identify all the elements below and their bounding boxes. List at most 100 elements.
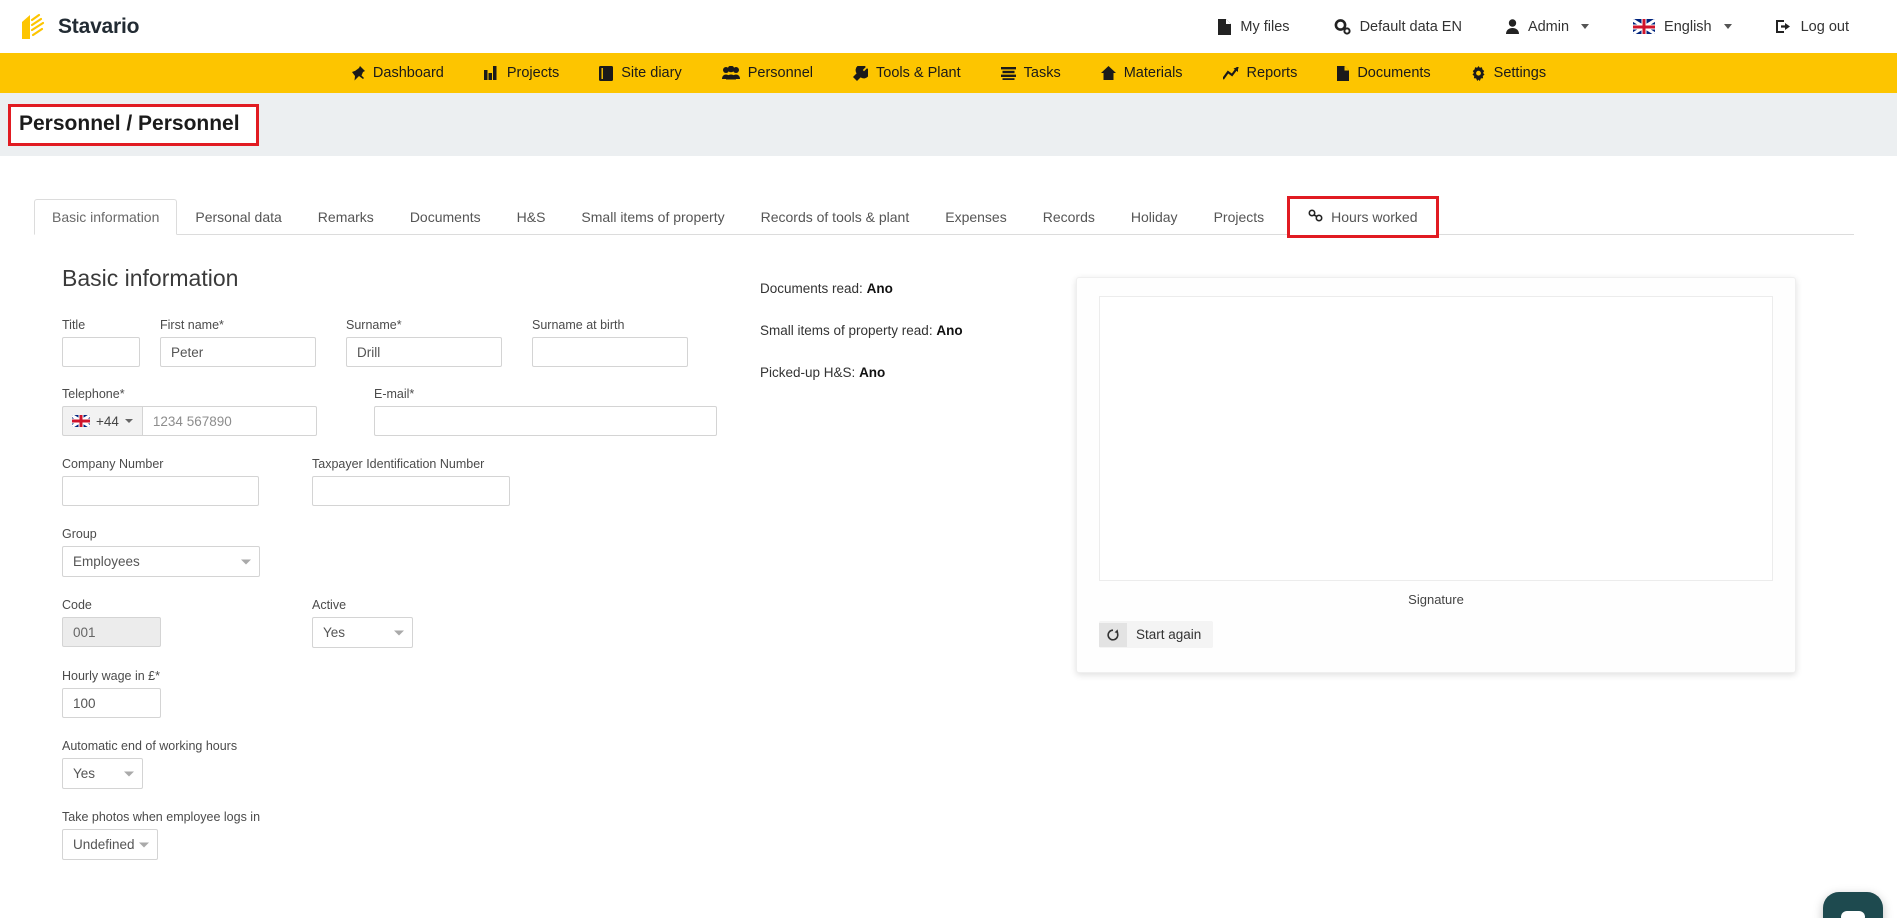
status-label: Picked-up H&S:	[760, 365, 855, 380]
logout-icon	[1776, 19, 1792, 34]
nav-item-documents[interactable]: Documents	[1317, 53, 1450, 93]
chevron-down-icon	[1581, 24, 1589, 29]
tab-personal-data[interactable]: Personal data	[177, 199, 299, 235]
code-active-row: Code Active Yes	[62, 598, 760, 648]
first-name-field-group: First name*	[160, 318, 346, 367]
tab-projects[interactable]: Projects	[1196, 199, 1283, 235]
header-item-label: Admin	[1528, 19, 1569, 35]
active-label: Active	[312, 598, 413, 612]
company-fields-row: Company Number Taxpayer Identification N…	[62, 457, 760, 506]
chat-widget-button[interactable]	[1823, 892, 1883, 918]
header-item-language[interactable]: English	[1611, 19, 1754, 35]
email-field-group: E-mail*	[374, 387, 724, 436]
tab-records[interactable]: Records	[1025, 199, 1113, 235]
email-input[interactable]	[374, 406, 717, 436]
tab-documents[interactable]: Documents	[392, 199, 499, 235]
title-field-group: Title	[62, 318, 160, 367]
active-field-group: Active Yes	[312, 598, 413, 648]
tab-basic-information[interactable]: Basic information	[34, 199, 177, 235]
take-photos-field-group: Take photos when employee logs in Undefi…	[62, 810, 260, 860]
first-name-input[interactable]	[160, 337, 316, 367]
taxpayer-id-label: Taxpayer Identification Number	[312, 457, 562, 471]
tab-holiday[interactable]: Holiday	[1113, 199, 1196, 235]
surname-input[interactable]	[346, 337, 502, 367]
users-icon	[722, 66, 740, 80]
header-item-default-data[interactable]: Default data EN	[1312, 19, 1484, 35]
gear-icon	[1471, 66, 1486, 81]
hourly-wage-field-group: Hourly wage in £*	[62, 669, 161, 718]
uk-flag-icon	[1633, 19, 1655, 34]
nav-item-settings[interactable]: Settings	[1451, 53, 1566, 93]
group-field-row: Group Employees	[62, 527, 760, 577]
hourly-wage-input[interactable]	[62, 688, 161, 718]
tab-remarks[interactable]: Remarks	[300, 199, 392, 235]
auto-end-label: Automatic end of working hours	[62, 739, 237, 753]
tab-hs[interactable]: H&S	[499, 199, 564, 235]
name-fields-row: Title First name* Surname* Surname at bi…	[62, 318, 760, 367]
company-number-label: Company Number	[62, 457, 312, 471]
section-title: Basic information	[62, 265, 760, 292]
nav-item-materials[interactable]: Materials	[1081, 53, 1203, 93]
surname-at-birth-field-group: Surname at birth	[532, 318, 718, 367]
surname-at-birth-input[interactable]	[532, 337, 688, 367]
basic-information-form: Basic information Title First name* Surn…	[0, 265, 760, 874]
tab-hours-worked[interactable]: Hours worked	[1290, 199, 1435, 235]
code-label: Code	[62, 598, 312, 612]
hourly-wage-row: Hourly wage in £*	[62, 669, 760, 718]
take-photos-select-value: Undefined	[73, 837, 135, 852]
status-documents-read: Documents read: Ano	[760, 281, 1060, 296]
header-item-admin[interactable]: Admin	[1484, 19, 1611, 35]
file-icon	[1337, 66, 1349, 81]
nav-item-personnel[interactable]: Personnel	[702, 53, 833, 93]
read-status-panel: Documents read: Ano Small items of prope…	[760, 265, 1060, 874]
wrench-icon	[853, 66, 868, 81]
nav-item-site-diary[interactable]: Site diary	[579, 53, 701, 93]
signature-canvas[interactable]	[1099, 296, 1773, 581]
country-code-selector[interactable]: +44	[62, 406, 142, 436]
take-photos-select[interactable]: Undefined	[62, 829, 158, 860]
active-select[interactable]: Yes	[312, 617, 413, 648]
nav-item-label: Settings	[1494, 65, 1546, 81]
nav-item-label: Materials	[1124, 65, 1183, 81]
telephone-input[interactable]	[142, 406, 317, 436]
auto-end-select[interactable]: Yes	[62, 758, 143, 789]
nav-item-projects[interactable]: Projects	[464, 53, 579, 93]
nav-item-label: Tasks	[1024, 65, 1061, 81]
chart-bar-icon	[484, 66, 499, 80]
group-select[interactable]: Employees	[62, 546, 260, 577]
status-label: Documents read:	[760, 281, 863, 296]
nav-item-dashboard[interactable]: Dashboard	[331, 53, 464, 93]
hourly-wage-label: Hourly wage in £*	[62, 669, 161, 683]
title-input[interactable]	[62, 337, 140, 367]
tab-small-items-of-property[interactable]: Small items of property	[563, 199, 742, 235]
nav-item-reports[interactable]: Reports	[1203, 53, 1318, 93]
tab-expenses[interactable]: Expenses	[927, 199, 1024, 235]
tab-records-of-tools-and-plant[interactable]: Records of tools & plant	[743, 199, 928, 235]
status-label: Small items of property read:	[760, 323, 933, 338]
signature-panel-column: Signature Start again	[1060, 265, 1897, 874]
chevron-down-icon	[1724, 24, 1732, 29]
nav-item-label: Projects	[507, 65, 559, 81]
nav-item-tools-and-plant[interactable]: Tools & Plant	[833, 53, 981, 93]
uk-flag-icon	[72, 415, 90, 427]
active-select-value: Yes	[323, 625, 345, 640]
chevron-down-icon	[241, 559, 251, 564]
user-icon	[1506, 19, 1519, 34]
nav-item-label: Personnel	[748, 65, 813, 81]
status-picked-up-hs: Picked-up H&S: Ano	[760, 365, 1060, 380]
content-area: Basic information Personal data Remarks …	[0, 200, 1897, 918]
header-item-my-files[interactable]: My files	[1196, 19, 1311, 35]
header-item-log-out[interactable]: Log out	[1754, 19, 1871, 35]
company-number-input[interactable]	[62, 476, 259, 506]
start-again-button[interactable]: Start again	[1099, 621, 1213, 648]
taxpayer-id-input[interactable]	[312, 476, 510, 506]
panels-container: Basic information Title First name* Surn…	[0, 235, 1897, 874]
status-small-items-read: Small items of property read: Ano	[760, 323, 1060, 338]
nav-item-label: Reports	[1247, 65, 1298, 81]
nav-item-tasks[interactable]: Tasks	[981, 53, 1081, 93]
brand-logo[interactable]: Stavario	[18, 12, 139, 42]
contact-fields-row: Telephone* +44 E-m	[62, 387, 760, 436]
take-photos-label: Take photos when employee logs in	[62, 810, 260, 824]
telephone-field-group: Telephone* +44	[62, 387, 374, 436]
first-name-label: First name*	[160, 318, 346, 332]
